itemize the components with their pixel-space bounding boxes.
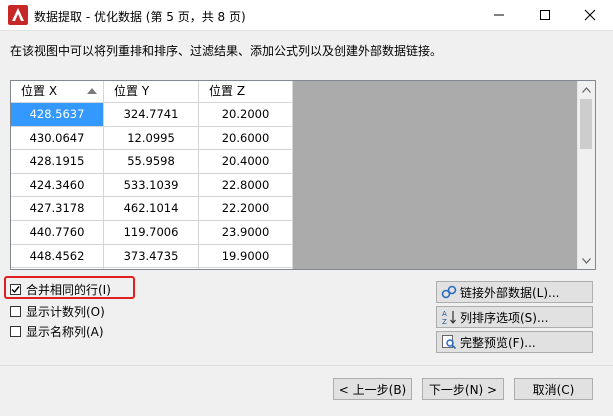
maximize-button[interactable]	[522, 0, 568, 30]
preview-magnifier-icon	[442, 335, 457, 350]
show-name-checkbox[interactable]	[10, 326, 21, 337]
close-icon	[584, 9, 596, 21]
page-description: 在该视图中可以将列重排和排序、过滤结果、添加公式列以及创建外部数据链接。	[10, 44, 443, 58]
table-cell[interactable]: 533.1039	[104, 173, 199, 198]
table-cell[interactable]: 22.8000	[199, 173, 293, 198]
column-header-x[interactable]: 位置 X	[11, 81, 104, 102]
grid-table: 位置 X 位置 Y 位置 Z 428.5637 324.7741 20.2000 43…	[11, 81, 293, 269]
scroll-up-button[interactable]	[578, 81, 595, 98]
vertical-scrollbar[interactable]	[577, 81, 595, 269]
table-cell[interactable]: 430.0647	[11, 126, 104, 151]
cancel-button[interactable]: 取消(C)	[514, 378, 593, 400]
chevron-up-icon	[582, 86, 591, 93]
svg-text:A: A	[442, 310, 447, 318]
link-external-data-button[interactable]: 链接外部数据(L)...	[436, 281, 593, 303]
table-row[interactable]: 440.7760 119.7006 23.9000	[11, 220, 293, 245]
table-cell[interactable]: 22.2000	[199, 197, 293, 221]
table-row[interactable]: 424.3460 533.1039 22.8000	[11, 173, 293, 198]
autocad-app-icon	[8, 5, 28, 25]
grid-header: 位置 X 位置 Y 位置 Z	[11, 81, 293, 103]
table-row[interactable]: 448.4562 373.4735 19.9000	[11, 244, 293, 269]
table-cell[interactable]: 55.9598	[104, 150, 199, 174]
table-cell[interactable]: 119.7006	[104, 220, 199, 245]
close-button[interactable]	[567, 0, 613, 30]
table-cell[interactable]: 440.7760	[11, 220, 104, 245]
table-row[interactable]: 428.5637 324.7741 20.2000	[11, 103, 293, 127]
full-preview-button[interactable]: 完整预览(F)...	[436, 331, 593, 353]
merge-rows-label: 合并相同的行(I)	[26, 283, 111, 297]
sort-az-icon: A Z	[442, 310, 456, 325]
table-cell[interactable]: 20.4000	[199, 150, 293, 174]
table-cell[interactable]: 163.1191	[104, 268, 199, 269]
maximize-icon	[540, 10, 550, 20]
sort-ascending-icon	[87, 88, 97, 94]
data-grid[interactable]: 位置 X 位置 Y 位置 Z 428.5637 324.7741 20.2000 43…	[10, 80, 596, 270]
table-cell[interactable]: 428.1915	[11, 150, 104, 174]
next-button[interactable]: 下一步(N) >	[422, 378, 504, 400]
show-name-label: 显示名称列(A)	[26, 325, 104, 339]
table-cell[interactable]: 23.9000	[199, 220, 293, 245]
footer-separator	[0, 365, 613, 366]
back-button[interactable]: < 上一步(B)	[333, 378, 412, 400]
table-row[interactable]: 438.6423163.119122.9000	[11, 268, 293, 269]
show-name-option[interactable]: 显示名称列(A)	[10, 323, 104, 340]
show-count-checkbox[interactable]	[10, 306, 21, 317]
table-row[interactable]: 427.3178 462.1014 22.2000	[11, 197, 293, 221]
table-cell[interactable]: 448.4562	[11, 244, 104, 269]
title-bar: 数据提取 - 优化数据 (第 5 页，共 8 页)	[0, 0, 613, 31]
table-cell[interactable]: 427.3178	[11, 197, 104, 221]
column-sort-options-button[interactable]: A Z 列排序选项(S)...	[436, 306, 593, 328]
checkmark-icon	[11, 286, 20, 294]
window-title: 数据提取 - 优化数据 (第 5 页，共 8 页)	[34, 10, 246, 24]
table-cell[interactable]: 424.3460	[11, 173, 104, 198]
minimize-icon	[494, 14, 504, 16]
scroll-down-button[interactable]	[578, 252, 595, 269]
table-cell[interactable]: 12.0995	[104, 126, 199, 151]
table-cell[interactable]: 324.7741	[104, 103, 199, 127]
table-cell[interactable]: 373.4735	[104, 244, 199, 269]
svg-text:Z: Z	[442, 318, 447, 325]
table-row[interactable]: 428.1915 55.9598 20.4000	[11, 150, 293, 174]
table-cell[interactable]: 22.9000	[199, 268, 293, 269]
table-cell[interactable]: 20.6000	[199, 126, 293, 151]
grid-body: 428.5637 324.7741 20.2000 430.0647 12.0995 20…	[11, 103, 293, 269]
show-count-label: 显示计数列(O)	[26, 305, 105, 319]
table-cell[interactable]: 19.9000	[199, 244, 293, 269]
show-count-option[interactable]: 显示计数列(O)	[10, 303, 105, 320]
minimize-button[interactable]	[476, 0, 522, 30]
chevron-down-icon	[582, 257, 591, 264]
link-icon	[441, 285, 457, 299]
table-cell[interactable]: 462.1014	[104, 197, 199, 221]
table-cell[interactable]: 20.2000	[199, 103, 293, 127]
column-header-z[interactable]: 位置 Z	[199, 81, 293, 102]
table-row[interactable]: 430.0647 12.0995 20.6000	[11, 126, 293, 151]
scrollbar-thumb[interactable]	[580, 99, 592, 149]
merge-rows-checkbox[interactable]	[10, 284, 21, 295]
table-cell[interactable]: 438.6423	[11, 268, 104, 269]
merge-rows-option[interactable]: 合并相同的行(I)	[10, 281, 111, 298]
table-cell[interactable]: 428.5637	[11, 103, 104, 127]
column-header-y[interactable]: 位置 Y	[104, 81, 199, 102]
